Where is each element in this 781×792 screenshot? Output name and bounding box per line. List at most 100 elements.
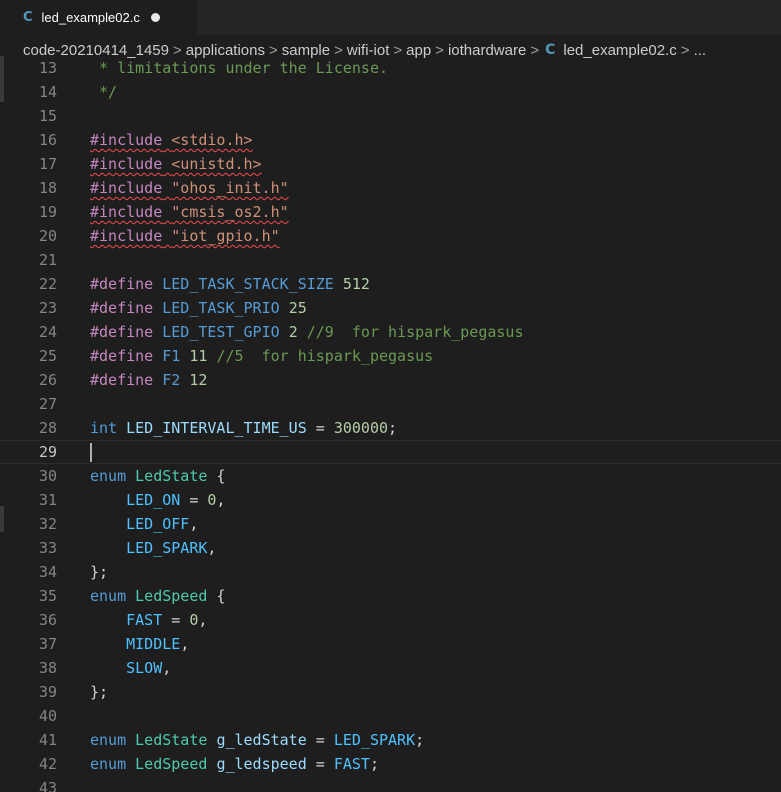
code-token: */ xyxy=(90,83,118,101)
code-line[interactable]: 14 */ xyxy=(0,80,781,104)
line-number: 27 xyxy=(38,395,57,413)
code-line[interactable]: 39}; xyxy=(0,680,781,704)
code-line[interactable]: 16 #include <stdio.h> xyxy=(0,128,781,152)
unsaved-changes-dot-icon[interactable] xyxy=(150,13,160,22)
code-line[interactable]: 33 LED_SPARK, xyxy=(0,536,781,560)
code-line[interactable]: 24 #define LED_TEST_GPIO 2 //9 for hispar… xyxy=(0,320,781,344)
line-number: 21 xyxy=(38,251,57,269)
code-line[interactable]: 41 enum LedState g_ledState = LED_SPARK; xyxy=(0,728,781,752)
code-token: <unistd.h> xyxy=(171,155,262,173)
code-text: #include <unistd.h> xyxy=(90,152,262,176)
code-token: LedState xyxy=(135,731,208,749)
line-number: 33 xyxy=(38,539,57,557)
code-token: }; xyxy=(90,563,109,581)
code-line[interactable]: 27 xyxy=(0,392,781,416)
line-number: 31 xyxy=(38,491,57,509)
code-text: #include "ohos_init.h" xyxy=(90,176,289,200)
code-line[interactable]: 28 int LED_INTERVAL_TIME_US = 300000; xyxy=(0,416,781,440)
editor-tab-active[interactable]: C led_example02.c xyxy=(0,0,197,35)
line-number: 36 xyxy=(38,611,57,629)
code-editor-window: C led_example02.c code-20210414_1459 > a… xyxy=(0,0,781,792)
code-text: enum LedSpeed g_ledspeed = FAST; xyxy=(90,752,379,776)
line-number: 35 xyxy=(38,587,57,605)
code-line[interactable]: 42 enum LedSpeed g_ledspeed = FAST; xyxy=(0,752,781,776)
code-line[interactable]: 43 xyxy=(0,776,781,792)
line-number: 20 xyxy=(38,227,57,245)
code-token: , xyxy=(198,611,208,629)
line-number: 38 xyxy=(38,659,57,677)
code-line[interactable]: 37 MIDDLE, xyxy=(0,632,781,656)
code-token: ; xyxy=(388,419,398,437)
code-text: int LED_INTERVAL_TIME_US = 300000; xyxy=(90,416,397,440)
code-line[interactable]: 15 xyxy=(0,104,781,128)
code-token: #define xyxy=(90,371,154,389)
code-token: enum xyxy=(90,467,127,485)
line-number: 24 xyxy=(38,323,57,341)
code-line[interactable]: 35 enum LedSpeed { xyxy=(0,584,781,608)
code-text: #define F1 11 //5 for hispark_pegasus xyxy=(90,344,433,368)
code-line[interactable]: 38 SLOW, xyxy=(0,656,781,680)
code-line[interactable]: 25 #define F1 11 //5 for hispark_pegasus xyxy=(0,344,781,368)
code-line[interactable]: 26 #define F2 12 xyxy=(0,368,781,392)
code-token: FAST xyxy=(333,755,370,773)
code-token: LED_SPARK xyxy=(333,731,416,749)
line-number: 43 xyxy=(38,779,57,792)
code-line[interactable]: 19 #include "cmsis_os2.h" xyxy=(0,200,781,224)
line-number: 32 xyxy=(38,515,57,533)
code-token: #define xyxy=(90,275,154,293)
code-line[interactable]: 32 LED_OFF, xyxy=(0,512,781,536)
code-line[interactable]: 23 #define LED_TASK_PRIO 25 xyxy=(0,296,781,320)
code-token: <stdio.h> xyxy=(171,131,253,149)
code-line[interactable]: 18 #include "ohos_init.h" xyxy=(0,176,781,200)
code-token: ; xyxy=(369,755,379,773)
code-line[interactable]: 17 #include <unistd.h> xyxy=(0,152,781,176)
code-token: enum xyxy=(90,587,127,605)
code-token: = xyxy=(180,491,208,509)
code-line[interactable]: 13 * limitations under the License. xyxy=(0,56,781,80)
code-line[interactable]: 31 LED_ON = 0, xyxy=(0,488,781,512)
code-text: }; xyxy=(90,560,108,584)
line-number: 30 xyxy=(38,467,57,485)
tab-label: led_example02.c xyxy=(41,10,140,25)
code-line[interactable]: 20 #include "iot_gpio.h" xyxy=(0,224,781,248)
code-token: #define xyxy=(90,299,154,317)
code-line[interactable]: 36 FAST = 0, xyxy=(0,608,781,632)
code-text: #include "cmsis_os2.h" xyxy=(90,200,289,224)
line-number: 16 xyxy=(38,131,57,149)
code-text: LED_ON = 0, xyxy=(90,488,225,512)
code-token: , xyxy=(180,635,190,653)
code-text: */ xyxy=(90,80,117,104)
code-line[interactable]: 29 xyxy=(0,440,781,464)
line-number: 18 xyxy=(38,179,57,197)
code-token: MIDDLE xyxy=(126,635,181,653)
code-token: #define xyxy=(90,323,154,341)
code-token: LED_ON xyxy=(126,491,181,509)
code-token: //9 for hispark_pegasus xyxy=(306,323,524,341)
code-token: LedSpeed xyxy=(135,587,208,605)
code-token: "iot_gpio.h" xyxy=(171,227,280,245)
code-token: = xyxy=(162,611,190,629)
code-editor[interactable]: 13 * limitations under the License. 14 */… xyxy=(0,56,781,792)
code-token: LedState xyxy=(135,467,208,485)
code-line[interactable]: 34}; xyxy=(0,560,781,584)
code-line[interactable]: 22 #define LED_TASK_STACK_SIZE 512 xyxy=(0,272,781,296)
code-line[interactable]: 30 enum LedState { xyxy=(0,464,781,488)
code-token: 2 xyxy=(288,323,298,341)
code-line[interactable]: 40 xyxy=(0,704,781,728)
code-line[interactable]: 21 xyxy=(0,248,781,272)
